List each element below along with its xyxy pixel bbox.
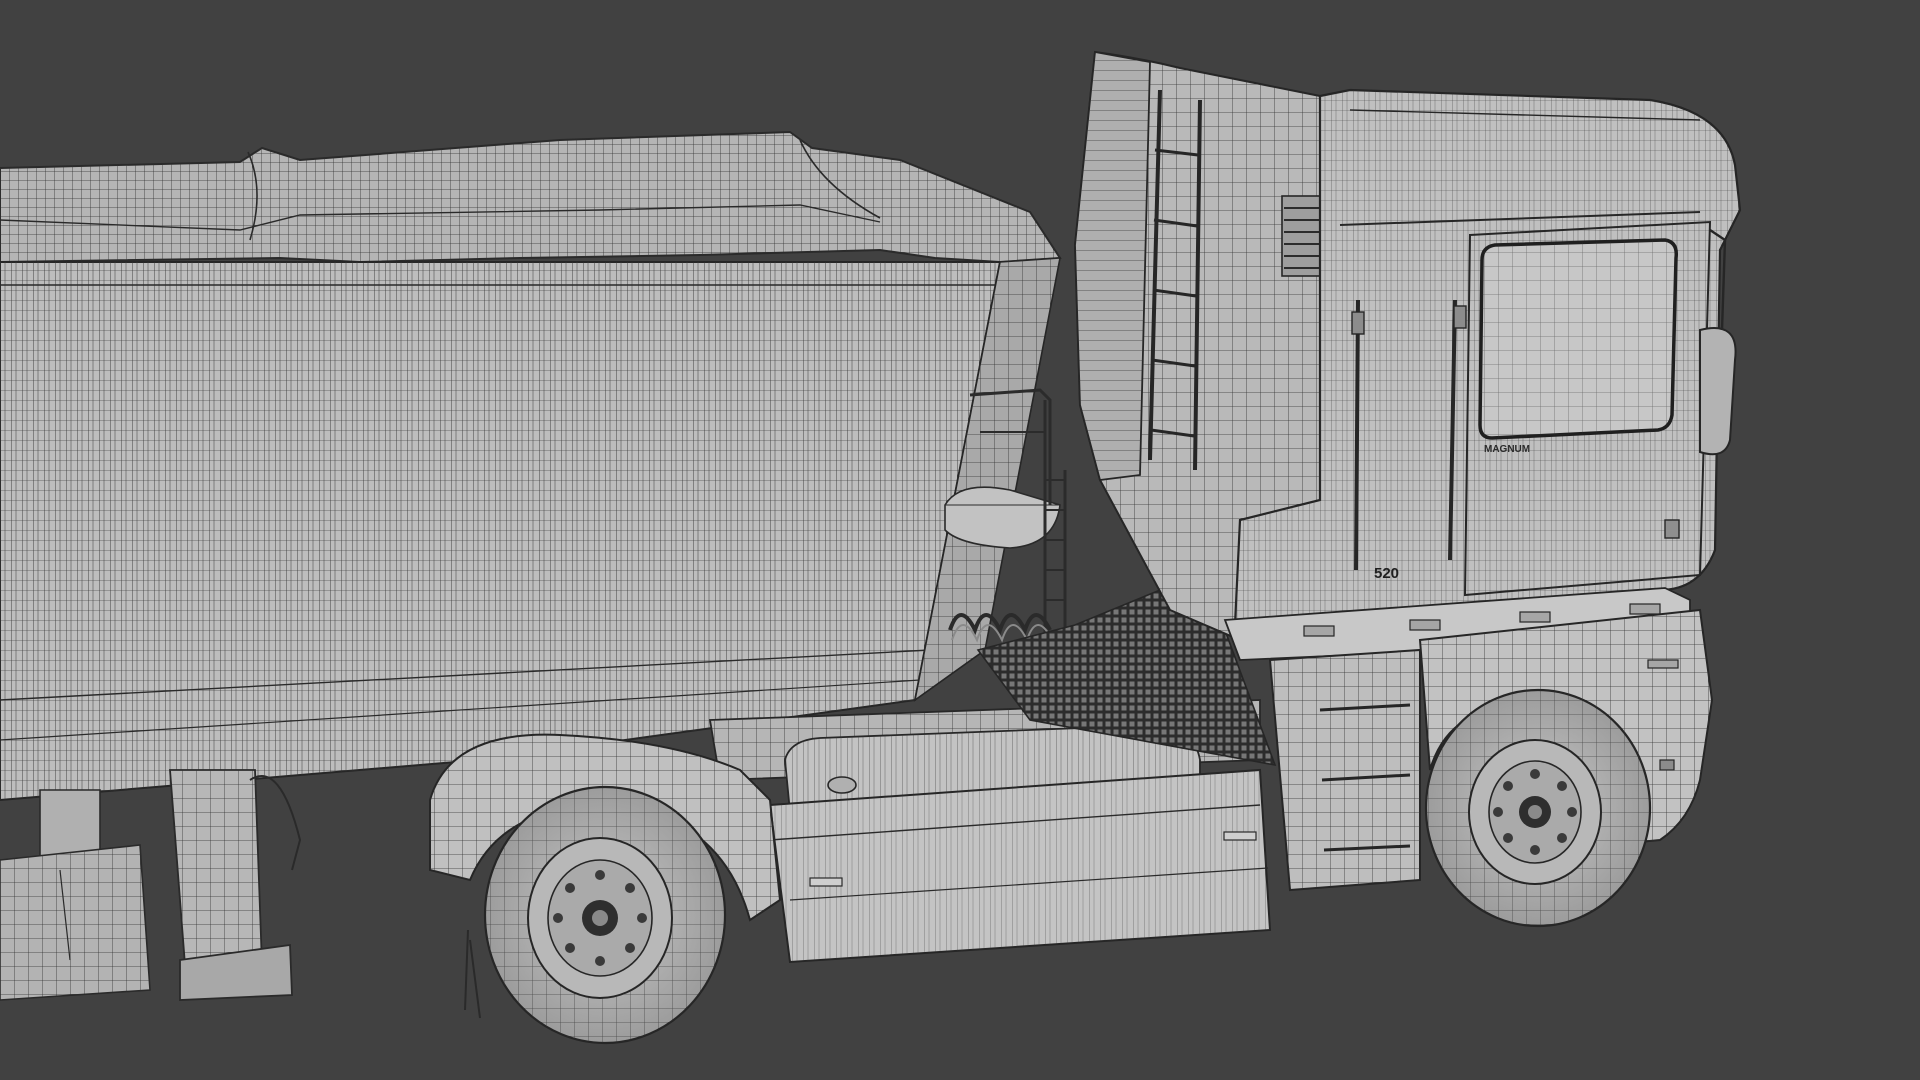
cab-badge-text: MAGNUM [1484,444,1530,455]
rear-wheel [483,785,727,1045]
3d-viewport: MAGNUM 520 [0,0,1920,1080]
trailer-landing-gear [0,769,302,1001]
wireframe-render: MAGNUM 520 [0,50,1742,1045]
cab-model-number: 520 [1374,565,1399,582]
side-skirt [768,768,1272,964]
cab-side-window [1478,238,1679,440]
front-wheel [1424,688,1652,928]
trailer-tarp-cover [0,130,1062,264]
